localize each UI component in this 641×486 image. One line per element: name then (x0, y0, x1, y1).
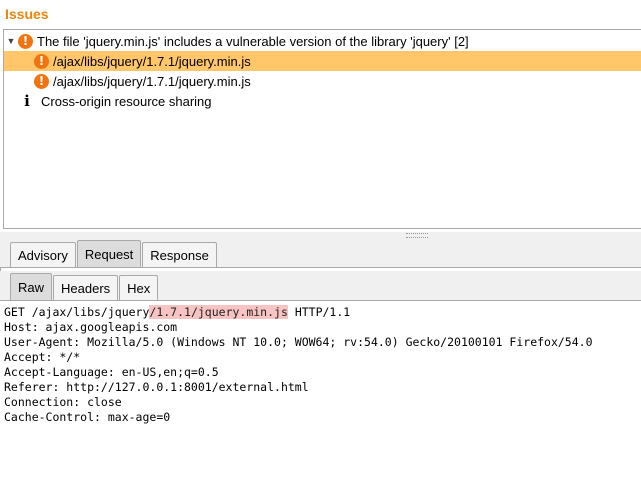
issue-item-label: /ajax/libs/jquery/1.7.1/jquery.min.js (53, 53, 251, 69)
request-line-highlight: /1.7.1/jquery.min.js (149, 305, 288, 319)
tab-advisory[interactable]: Advisory (10, 242, 76, 267)
detail-tabbar: Advisory Request Response (0, 238, 641, 268)
message-view-tabbar: Raw Headers Hex (0, 271, 641, 301)
expand-triangle-icon[interactable]: ▼ (4, 36, 18, 46)
request-line-method-path: GET /ajax/libs/jquery (4, 305, 150, 319)
request-header-line: Connection: close (4, 395, 122, 409)
issue-item-row[interactable]: ! /ajax/libs/jquery/1.7.1/jquery.min.js (4, 71, 641, 91)
request-header-line: Referer: http://127.0.0.1:8001/external.… (4, 380, 309, 394)
tab-headers[interactable]: Headers (53, 275, 119, 300)
warning-icon: ! (34, 53, 49, 69)
issue-item-label: /ajax/libs/jquery/1.7.1/jquery.min.js (53, 73, 251, 89)
issues-tree: ▼ ! The file 'jquery.min.js' includes a … (3, 29, 641, 229)
issue-cors-row[interactable]: i Cross-origin resource sharing (4, 91, 641, 111)
request-header-line: Cache-Control: max-age=0 (4, 410, 171, 424)
tab-response[interactable]: Response (142, 242, 217, 267)
warning-icon: ! (18, 33, 33, 49)
request-header-line: Host: ajax.googleapis.com (4, 320, 178, 334)
issue-group-label: The file 'jquery.min.js' includes a vuln… (37, 33, 469, 49)
request-header-line: Accept-Language: en-US,en;q=0.5 (4, 365, 219, 379)
request-header-line: User-Agent: Mozilla/5.0 (Windows NT 10.0… (4, 335, 593, 349)
warning-icon: ! (34, 73, 49, 89)
issue-group-row[interactable]: ▼ ! The file 'jquery.min.js' includes a … (4, 31, 641, 51)
issues-title: Issues (5, 6, 49, 22)
issue-item-row[interactable]: ! /ajax/libs/jquery/1.7.1/jquery.min.js (4, 51, 641, 71)
issue-cors-label: Cross-origin resource sharing (41, 93, 212, 109)
tab-hex[interactable]: Hex (119, 275, 159, 300)
info-icon: i (24, 92, 30, 110)
raw-request-editor[interactable]: GET /ajax/libs/jquery/1.7.1/jquery.min.j… (0, 301, 641, 486)
request-header-line: Accept: */* (4, 350, 81, 364)
request-line: GET /ajax/libs/jquery/1.7.1/jquery.min.j… (4, 305, 641, 320)
tab-request[interactable]: Request (76, 240, 142, 267)
tab-raw[interactable]: Raw (10, 273, 53, 300)
request-line-protocol: HTTP/1.1 (287, 305, 351, 319)
